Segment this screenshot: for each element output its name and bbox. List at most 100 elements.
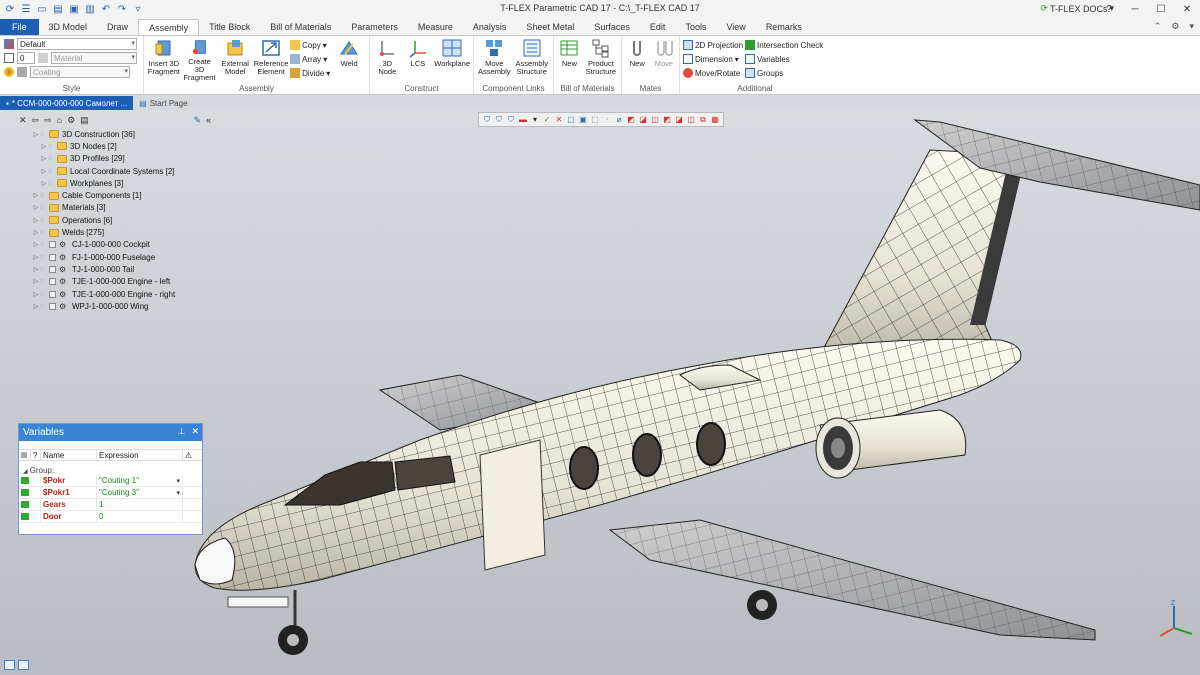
variables-button[interactable]: Variables bbox=[745, 53, 823, 65]
variable-row[interactable]: Gears 1 bbox=[19, 499, 202, 511]
variable-name[interactable]: Door bbox=[41, 511, 97, 522]
select-edge-icon[interactable]: ⬚ bbox=[590, 115, 600, 125]
tab-file[interactable]: File bbox=[0, 19, 39, 35]
visibility-icon[interactable]: ◌ bbox=[48, 180, 57, 187]
filter-face-icon[interactable]: ⛉ bbox=[494, 115, 504, 125]
collapse-ribbon-icon[interactable]: ⌃ bbox=[1154, 21, 1162, 32]
chevron-down-icon[interactable]: ▾ bbox=[176, 477, 180, 485]
array-button[interactable]: Array ▾ bbox=[290, 53, 330, 65]
open-folder-icon[interactable]: ▤ bbox=[51, 3, 65, 17]
style-combo[interactable]: Default ▾ bbox=[17, 38, 137, 50]
checkbox[interactable] bbox=[49, 241, 56, 249]
pin-icon[interactable]: ⊥ bbox=[178, 426, 186, 437]
tree-node[interactable]: ▷ ◌ ⚙ TJ-1-000-000 Tail bbox=[20, 263, 220, 275]
settings-icon[interactable]: ⚙ bbox=[67, 115, 75, 126]
tab-edit[interactable]: Edit bbox=[640, 19, 676, 35]
tab-remarks[interactable]: Remarks bbox=[756, 19, 812, 35]
expand-icon[interactable]: ▷ bbox=[40, 155, 48, 162]
tab-3d-model[interactable]: 3D Model bbox=[39, 19, 98, 35]
collapse-group-icon[interactable]: ◢ bbox=[23, 468, 28, 475]
tab-bill-of-materials[interactable]: Bill of Materials bbox=[260, 19, 341, 35]
column-header-status[interactable]: ? bbox=[31, 450, 41, 460]
visibility-icon[interactable]: ◌ bbox=[48, 143, 57, 150]
move-mate-button[interactable]: Move bbox=[652, 38, 677, 82]
tree-node[interactable]: ▷ ◌ ⚙ CJ-1-000-000 Cockpit bbox=[20, 239, 220, 251]
width-field[interactable]: 0 bbox=[17, 52, 35, 64]
checkbox[interactable] bbox=[49, 265, 56, 273]
select-op-icon[interactable]: ◩ bbox=[662, 115, 672, 125]
tab-measure[interactable]: Measure bbox=[408, 19, 463, 35]
intersection-check-button[interactable]: Intersection Check bbox=[745, 39, 823, 51]
tab-tools[interactable]: Tools bbox=[675, 19, 716, 35]
filter-icon[interactable]: ⛉ bbox=[482, 115, 492, 125]
selection-mode-icon[interactable]: ▬ bbox=[518, 115, 528, 125]
close-icon[interactable]: ✕ bbox=[1174, 0, 1200, 19]
save-icon[interactable]: ▣ bbox=[67, 3, 81, 17]
reference-element-button[interactable]: Reference Element bbox=[254, 38, 288, 82]
material-combo[interactable]: Material ▾ bbox=[51, 52, 137, 64]
start-page-tab[interactable]: ▤ Start Page bbox=[133, 96, 193, 110]
expand-icon[interactable]: ▷ bbox=[32, 204, 40, 211]
visibility-icon[interactable]: ◌ bbox=[40, 303, 49, 310]
variable-expression[interactable]: "Couting 3" ▾ bbox=[97, 487, 183, 498]
expand-icon[interactable]: ▷ bbox=[32, 229, 40, 236]
3d-node-button[interactable]: 3D Node bbox=[373, 38, 402, 82]
undo-icon[interactable]: ↶ bbox=[99, 3, 113, 17]
visibility-icon[interactable]: ◌ bbox=[40, 217, 49, 224]
visibility-icon[interactable]: ◌ bbox=[48, 168, 57, 175]
tab-analysis[interactable]: Analysis bbox=[463, 19, 517, 35]
help-icon[interactable]: ? bbox=[1096, 0, 1122, 19]
insert-3d-fragment-button[interactable]: Insert 3D Fragment bbox=[147, 38, 181, 82]
variable-expression[interactable]: "Couting 1" ▾ bbox=[97, 475, 183, 486]
ribbon-options-icon[interactable]: ⚙ bbox=[1171, 21, 1179, 32]
layout-split-icon[interactable] bbox=[18, 660, 29, 670]
variable-name[interactable]: $Pokr1 bbox=[41, 487, 97, 498]
assembly-structure-button[interactable]: Assembly Structure bbox=[514, 38, 550, 82]
2d-projection-button[interactable]: 2D Projection bbox=[683, 39, 743, 51]
expand-icon[interactable]: ▷ bbox=[32, 217, 40, 224]
home-icon[interactable]: ⌂ bbox=[57, 115, 62, 125]
checkbox[interactable] bbox=[49, 290, 56, 298]
tree-node[interactable]: ▷ ◌ Local Coordinate Systems [2] bbox=[20, 165, 220, 177]
variable-name[interactable]: Gears bbox=[41, 499, 97, 510]
tree-node[interactable]: ▷ ◌ Workplanes [3] bbox=[20, 177, 220, 189]
color-palette-icon[interactable] bbox=[4, 67, 14, 77]
maximize-icon[interactable]: ☐ bbox=[1148, 0, 1174, 19]
tree-node[interactable]: ▷ ◌ 3D Construction [36] bbox=[20, 128, 220, 140]
tab-surfaces[interactable]: Surfaces bbox=[584, 19, 640, 35]
tab-sheet-metal[interactable]: Sheet Metal bbox=[516, 19, 584, 35]
select-assembly-icon[interactable]: ◫ bbox=[686, 115, 696, 125]
expand-icon[interactable]: ▷ bbox=[40, 180, 48, 187]
print-icon[interactable]: ▥ bbox=[83, 3, 97, 17]
select-vertex-icon[interactable]: ⋅ bbox=[602, 115, 612, 125]
tree-node[interactable]: ▷ ◌ ⚙ TJE-1-000-000 Engine - left bbox=[20, 276, 220, 288]
expand-icon[interactable]: ▷ bbox=[32, 241, 40, 248]
new-bom-button[interactable]: New bbox=[557, 38, 582, 82]
expand-icon[interactable]: ▷ bbox=[32, 192, 40, 199]
external-model-button[interactable]: External Model bbox=[218, 38, 252, 82]
tree-node[interactable]: ▷ ◌ ⚙ TJE-1-000-000 Engine - right bbox=[20, 288, 220, 300]
select-shell-icon[interactable]: ◫ bbox=[650, 115, 660, 125]
expand-icon[interactable]: ▷ bbox=[32, 278, 40, 285]
visibility-icon[interactable]: ◌ bbox=[40, 291, 49, 298]
divide-button[interactable]: Divide ▾ bbox=[290, 67, 330, 79]
visibility-icon[interactable]: ◌ bbox=[40, 192, 49, 199]
tree-node[interactable]: ▷ ◌ ⚙ FJ-1-000-000 Fuselage bbox=[20, 251, 220, 263]
dropdown-icon[interactable]: ▾ bbox=[530, 115, 540, 125]
checkbox[interactable] bbox=[49, 302, 56, 310]
tree-node[interactable]: ▷ ◌ Materials [3] bbox=[20, 202, 220, 214]
visibility-icon[interactable]: ◌ bbox=[40, 241, 49, 248]
menu-icon[interactable]: ☰ bbox=[19, 3, 33, 17]
expand-icon[interactable]: ▷ bbox=[32, 291, 40, 298]
copy-button[interactable]: Copy ▾ bbox=[290, 39, 330, 51]
forward-icon[interactable]: ⇨ bbox=[44, 115, 52, 126]
select-cube-icon[interactable]: ◩ bbox=[626, 115, 636, 125]
select-face-icon[interactable]: ▣ bbox=[578, 115, 588, 125]
minimize-icon[interactable]: ─ bbox=[1122, 0, 1148, 19]
weld-button[interactable]: Weld bbox=[332, 38, 366, 82]
visibility-icon[interactable]: ◌ bbox=[40, 131, 49, 138]
variable-row[interactable]: Door 0 bbox=[19, 511, 202, 523]
expand-icon[interactable]: ▷ bbox=[32, 131, 40, 138]
visibility-icon[interactable]: ◌ bbox=[40, 266, 49, 273]
variable-row[interactable]: $Pokr "Couting 1" ▾ bbox=[19, 475, 202, 487]
